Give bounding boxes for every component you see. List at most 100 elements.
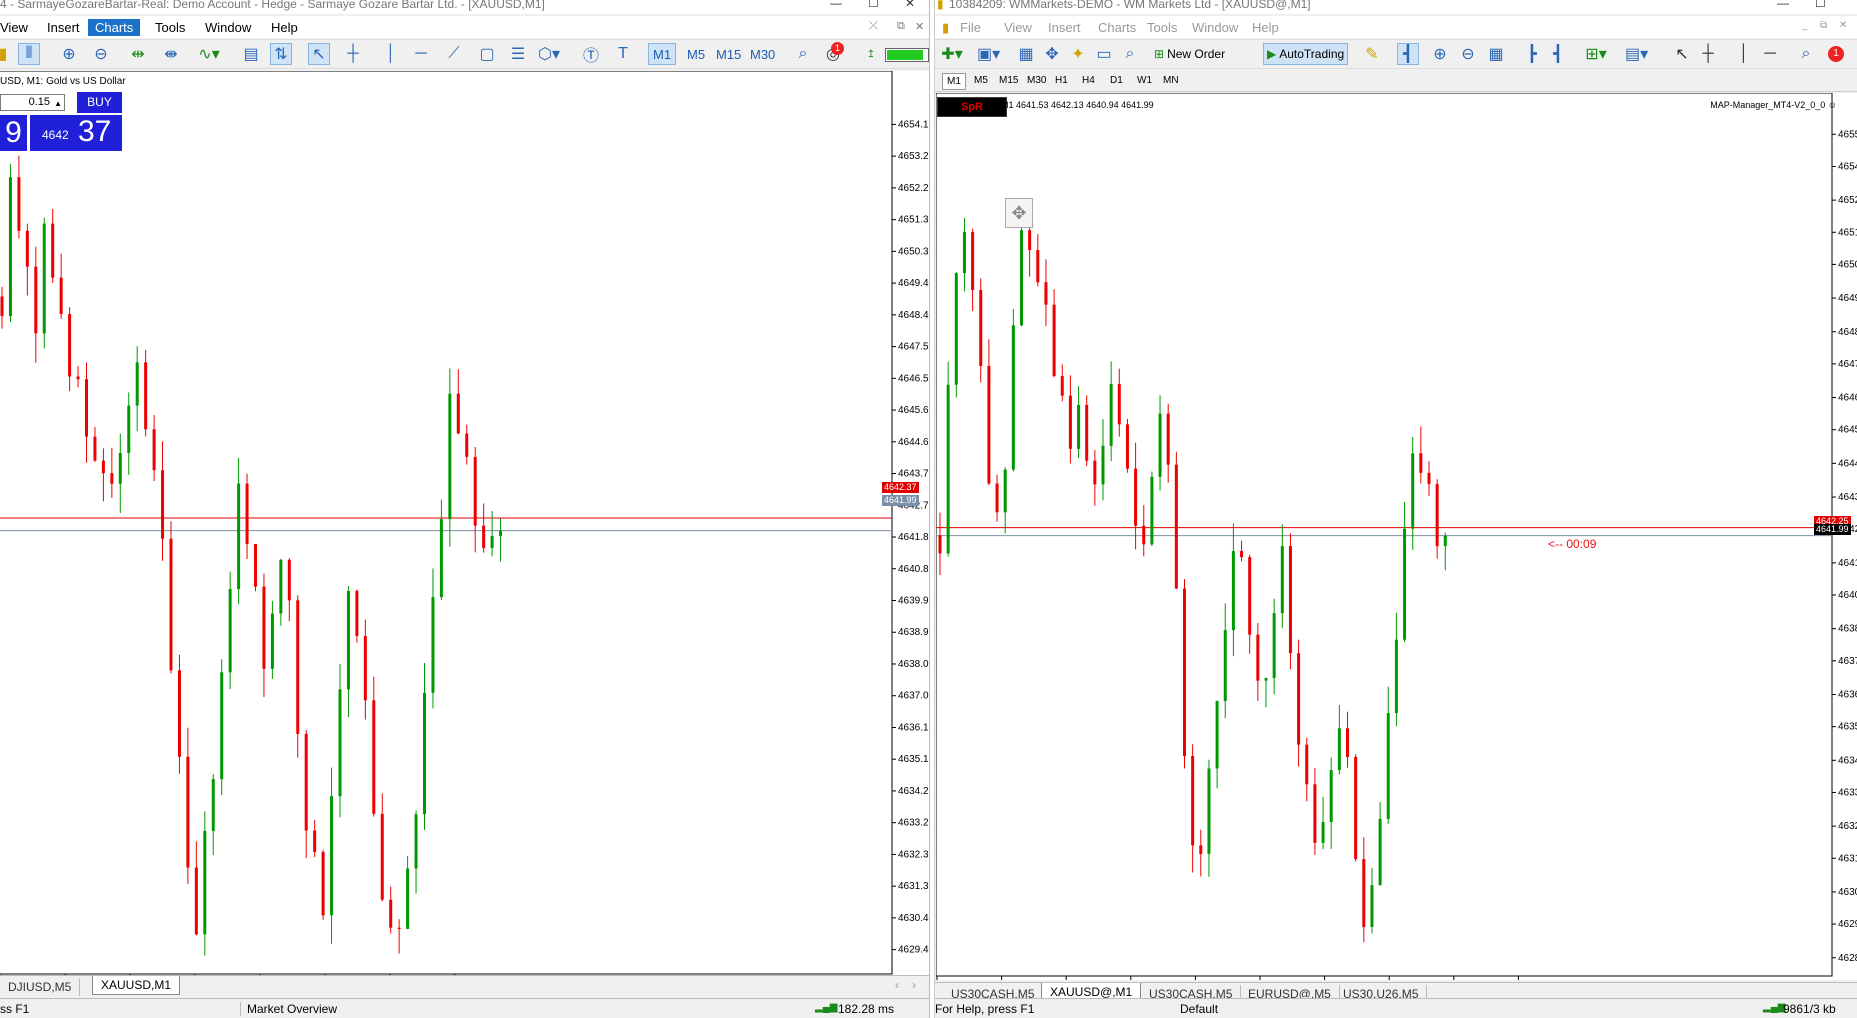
text-label-icon[interactable]: Ⓣ: [580, 43, 602, 65]
left-chart-canvas[interactable]: 4654.15 4653.20 4652.25 4651.30 4650.35 4649.…: [0, 71, 930, 976]
data-window-icon[interactable]: ✦: [1067, 43, 1089, 65]
lot-spin-up-icon[interactable]: ▲: [54, 96, 62, 111]
left-maximize-button[interactable]: ☐: [868, 0, 879, 9]
right-notification-badge[interactable]: 1: [1828, 46, 1844, 62]
fibonacci-icon[interactable]: ☰: [507, 43, 529, 65]
market-watch-icon[interactable]: ▦: [1015, 43, 1037, 65]
bar-chart-icon[interactable]: ▮: [0, 43, 14, 65]
left-price-chart[interactable]: 4654.15 4653.20 4652.25 4651.30 4650.35 4649.…: [0, 71, 930, 976]
timeframe-m5-button[interactable]: M5: [683, 43, 709, 65]
right-mdi-restore-icon[interactable]: ⧉: [1813, 19, 1834, 32]
trendline-icon[interactable]: ⟋: [443, 43, 465, 65]
lot-size-input[interactable]: 0.15 ▲: [0, 94, 65, 111]
timeframe-m15-button[interactable]: M15: [712, 43, 745, 65]
zoom-in-icon[interactable]: ⊕: [58, 43, 80, 65]
left-menu-window[interactable]: Window: [198, 19, 258, 36]
right-menu-file[interactable]: File: [953, 19, 988, 36]
right-tf-h1[interactable]: H1: [1051, 73, 1072, 88]
right-tf-mn[interactable]: MN: [1159, 73, 1183, 88]
zoom-out-icon[interactable]: ⊖: [90, 43, 112, 65]
new-order-button[interactable]: ⊞ New Order: [1151, 43, 1228, 65]
tab-djiusd-m5[interactable]: DJIUSD,M5: [0, 978, 81, 996]
left-menu-tools[interactable]: Tools: [148, 19, 192, 36]
one-click-trading-icon[interactable]: ⇅: [270, 43, 292, 65]
right-vertical-line-icon[interactable]: │: [1733, 43, 1755, 65]
sell-price-button[interactable]: 9: [0, 115, 27, 151]
algo-trading-icon[interactable]: ↥: [860, 43, 882, 65]
candle-body: [1256, 634, 1260, 681]
right-zoom-in-icon[interactable]: ⊕: [1429, 43, 1451, 65]
shapes-icon[interactable]: ⬡▾: [538, 43, 560, 65]
right-mdi-minimize-icon[interactable]: _: [1795, 19, 1815, 32]
left-mdi-close-button[interactable]: ✕: [908, 19, 929, 34]
left-menu-help[interactable]: Help: [264, 19, 305, 36]
right-tf-d1[interactable]: D1: [1106, 73, 1127, 88]
candle-body: [287, 559, 291, 601]
autoscroll-icon[interactable]: ⇹: [127, 43, 149, 65]
right-chart-canvas[interactable]: 4655.10 4654.05 4652.95 4651.90 4650.85 4649.…: [936, 93, 1857, 980]
right-menu-window[interactable]: Window: [1185, 19, 1245, 36]
period-icon[interactable]: ▤▾: [1625, 43, 1648, 65]
right-tf-w1[interactable]: W1: [1133, 73, 1156, 88]
candlestick-chart-icon[interactable]: ⫴: [18, 43, 40, 65]
right-tf-m15[interactable]: M15: [995, 73, 1022, 88]
navigator-move-icon[interactable]: ✥: [1041, 43, 1063, 65]
search-icon[interactable]: ⌕: [792, 43, 814, 65]
right-minimize-button[interactable]: —: [1777, 0, 1789, 9]
terminal-window-icon[interactable]: ▭: [1093, 43, 1115, 65]
tile-windows-icon[interactable]: ▦: [1485, 43, 1507, 65]
right-menu-insert[interactable]: Insert: [1041, 19, 1088, 36]
templates-icon[interactable]: ▤: [240, 43, 262, 65]
left-menu-view[interactable]: View: [0, 19, 35, 36]
shift-chart-icon[interactable]: ┫: [1547, 43, 1569, 65]
right-tf-m5[interactable]: M5: [970, 73, 992, 88]
tab-xauusd-m1[interactable]: XAUUSD,M1: [92, 976, 181, 995]
autotrading-button[interactable]: ▶ AutoTrading: [1263, 43, 1349, 65]
right-crosshair-icon[interactable]: ┼: [1697, 43, 1719, 65]
right-search-icon[interactable]: ⌕: [1795, 43, 1817, 65]
vertical-line-icon[interactable]: │: [380, 43, 402, 65]
right-tf-h4[interactable]: H4: [1078, 73, 1099, 88]
move-handle-icon[interactable]: ✥: [1005, 198, 1033, 228]
right-mdi-close-icon[interactable]: ✕: [1832, 19, 1854, 32]
strategy-tester-icon[interactable]: ⌕: [1119, 43, 1141, 65]
right-menu-help[interactable]: Help: [1245, 19, 1286, 36]
text-icon[interactable]: T: [612, 43, 634, 65]
rectangle-icon[interactable]: ▢: [476, 43, 498, 65]
right-zoom-out-icon[interactable]: ⊖: [1457, 43, 1479, 65]
left-status-market[interactable]: Market Overview: [240, 1002, 337, 1016]
cursor-icon[interactable]: ↖: [308, 43, 330, 65]
right-price-chart[interactable]: 4655.10 4654.05 4652.95 4651.90 4650.85 4649.…: [936, 93, 1857, 980]
indicators-icon[interactable]: ∿▾: [198, 43, 220, 65]
right-menu-view[interactable]: View: [997, 19, 1039, 36]
indicator-list-icon[interactable]: ⊞▾: [1585, 43, 1607, 65]
crosshair-icon[interactable]: ┼: [342, 43, 364, 65]
right-menu-charts[interactable]: Charts: [1091, 19, 1143, 36]
timeframe-m1-button[interactable]: M1: [648, 43, 677, 65]
left-mdi-close-icon[interactable]: ⤫: [862, 19, 885, 34]
left-close-button[interactable]: ✕: [905, 0, 915, 9]
right-horizontal-line-icon[interactable]: ─: [1759, 43, 1781, 65]
buy-price-button[interactable]: 4642 37: [30, 115, 122, 151]
left-tabs-scroll-right-icon[interactable]: ›: [912, 978, 916, 992]
candle-body: [1280, 546, 1284, 614]
new-chart-icon[interactable]: ✚▾: [941, 43, 963, 65]
horizontal-line-icon[interactable]: ─: [410, 43, 432, 65]
autoscroll-chart-icon[interactable]: ┣: [1521, 43, 1543, 65]
left-menu-charts[interactable]: Charts: [88, 19, 141, 36]
profiles-icon[interactable]: ▣▾: [977, 43, 1000, 65]
right-menu-tools[interactable]: Tools: [1140, 19, 1184, 36]
buy-label-button[interactable]: BUY: [77, 92, 122, 113]
candle-body: [946, 384, 950, 554]
left-minimize-button[interactable]: —: [830, 0, 842, 9]
right-tf-m1[interactable]: M1: [942, 73, 966, 90]
right-tf-m30[interactable]: M30: [1023, 73, 1050, 88]
left-menu-insert[interactable]: Insert: [40, 19, 87, 36]
right-maximize-button[interactable]: ☐: [1815, 0, 1826, 9]
chart-shift-icon[interactable]: ⇼: [160, 43, 182, 65]
left-tabs-scroll-left-icon[interactable]: ‹: [895, 978, 899, 992]
bar-chart-mode-icon[interactable]: ┫: [1397, 43, 1419, 65]
timeframe-m30-button[interactable]: M30: [746, 43, 779, 65]
right-cursor-icon[interactable]: ↖: [1671, 43, 1693, 65]
expert-options-icon[interactable]: ✎: [1361, 43, 1383, 65]
